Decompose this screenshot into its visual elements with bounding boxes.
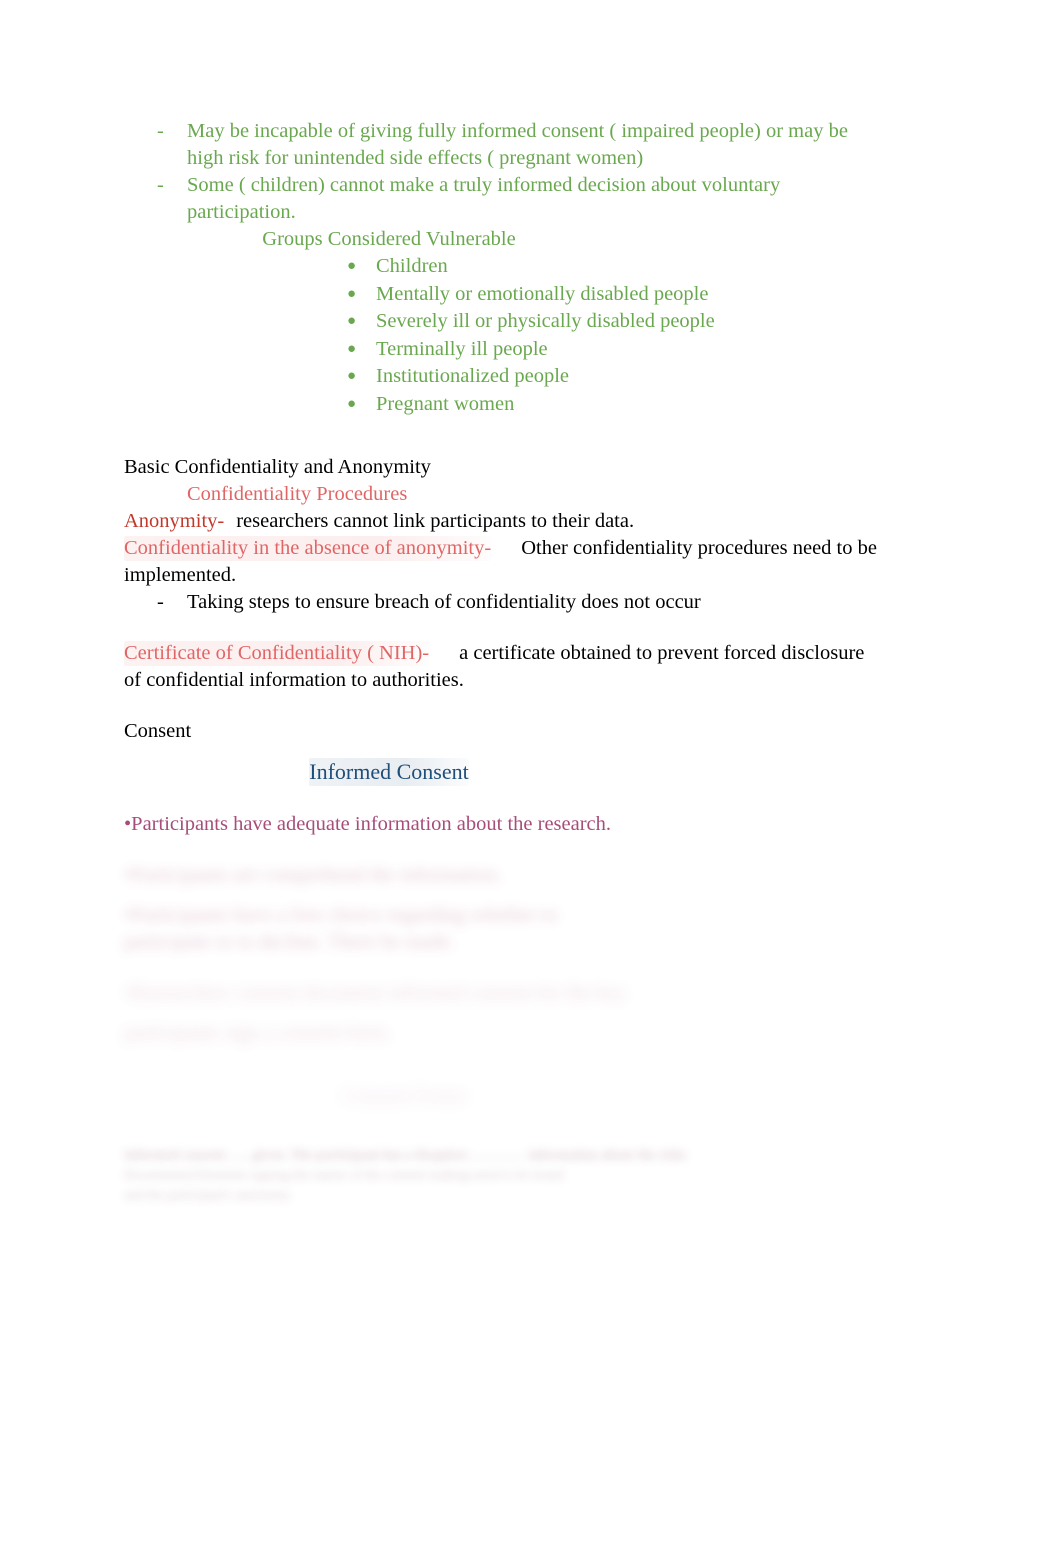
informed-consent-bullet-visible: •Participants have adequate information … [124, 813, 612, 835]
list-item-label: Children [376, 255, 448, 277]
obscured-consent-line: •Participants are comprehend the informa… [124, 864, 502, 886]
obscured-footer-line: Documented Elements signing the nature o… [124, 1167, 564, 1182]
consent-heading: Consent [124, 720, 192, 742]
groups-considered-vulnerable-heading: Groups Considered Vulnerable [262, 228, 516, 250]
dash-list-item: - May be incapable of giving fully infor… [124, 118, 884, 172]
list-item: ● Pregnant women [124, 391, 884, 419]
obscured-footer-text: Informed consent ….. given. The particip… [124, 1147, 687, 1162]
list-item-label: Terminally ill people [376, 337, 548, 360]
dash-list-item-text: Taking steps to ensure breach of confide… [187, 591, 701, 613]
dash-bullet-marker: - [157, 591, 164, 613]
anonymity-term: Anonymity- [124, 510, 225, 532]
dash-list-item: - Some ( children) cannot make a truly i… [124, 172, 884, 226]
list-item-label: Severely ill or physically disabled peop… [376, 310, 715, 332]
obscured-footer-line: and the participant's autonomy. [124, 1187, 293, 1202]
document-page: - May be incapable of giving fully infor… [0, 0, 1062, 1561]
list-item: ● Mentally or emotionally disabled peopl… [124, 281, 884, 309]
obscured-footer-line: Informed consent ….. given. The particip… [124, 1145, 864, 1165]
disc-bullet-icon: ● [347, 313, 357, 329]
list-item: ● Children [124, 253, 884, 281]
disc-bullet-icon: ● [347, 285, 357, 302]
disc-bullet-icon: ● [347, 368, 357, 384]
anonymity-definition: researchers cannot link participants to … [236, 510, 635, 532]
list-item-label: Institutionalized people [376, 365, 569, 387]
dash-bullet-marker: - [157, 120, 164, 142]
vulnerable-groups-list: ● Children ● Mentally or emotionally dis… [124, 253, 884, 418]
list-item-label: Mentally or emotionally disabled people [376, 282, 709, 305]
disc-bullet-icon: ● [347, 340, 357, 357]
certificate-of-confidentiality-term: Certificate of Confidentiality ( NIH)- [124, 641, 430, 666]
obscured-consent-line: •Researchers consent document informed c… [124, 982, 626, 1004]
absence-of-anonymity-line: Confidentiality in the absence of anonym… [124, 535, 884, 589]
document-body: - May be incapable of giving fully infor… [124, 118, 884, 1205]
dash-bullet-marker: - [157, 174, 164, 196]
dash-list-item: - Taking steps to ensure breach of confi… [124, 589, 884, 616]
list-item: ● Severely ill or physically disabled pe… [124, 308, 884, 336]
disc-bullet-icon: ● [347, 395, 357, 412]
disc-bullet-icon: ● [347, 258, 357, 274]
absence-of-anonymity-term: Confidentiality in the absence of anonym… [124, 536, 492, 561]
confidentiality-procedures-subheading: Confidentiality Procedures [187, 483, 408, 505]
list-item: ● Institutionalized people [124, 363, 884, 391]
certificate-of-confidentiality-line: Certificate of Confidentiality ( NIH)- a … [124, 640, 884, 694]
list-item-label: Pregnant women [376, 392, 515, 415]
dash-list-item-text: May be incapable of giving fully informe… [187, 120, 848, 169]
obscured-consent-line: participants sign a consent form. [124, 1022, 392, 1044]
dash-list-item-text: Some ( children) cannot make a truly inf… [187, 174, 781, 223]
obscured-consent-line: •Participants have a free choice regardi… [124, 904, 558, 953]
basic-confidentiality-heading: Basic Confidentiality and Anonymity [124, 456, 431, 478]
obscured-consent-center-heading: Consent Forms [341, 1085, 467, 1107]
anonymity-definition-line: Anonymity-researchers cannot link partic… [124, 508, 884, 535]
informed-consent-title-wrap: Informed Consent [124, 758, 884, 787]
informed-consent-title: Informed Consent [309, 758, 469, 786]
list-item: ● Terminally ill people [124, 336, 884, 364]
